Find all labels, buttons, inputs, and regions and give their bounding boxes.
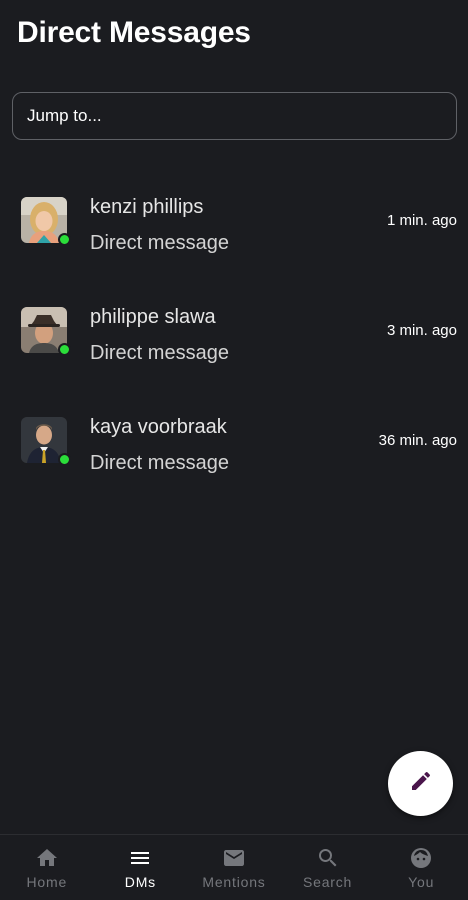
mail-icon: [221, 845, 247, 871]
tab-label-search: Search: [302, 874, 353, 890]
tab-label-mentions: Mentions: [202, 874, 266, 890]
dm-list-item[interactable]: kenzi phillips Direct message 1 min. ago: [0, 186, 468, 296]
dm-screen: Direct Messages kenzi phil: [0, 0, 468, 900]
online-status-dot: [58, 453, 71, 466]
face-icon: [408, 845, 434, 871]
dm-list-item[interactable]: philippe slawa Direct message 3 min. ago: [0, 296, 468, 406]
tab-you[interactable]: You: [374, 835, 468, 900]
tab-label-dms: DMs: [124, 874, 156, 890]
tab-home[interactable]: Home: [0, 835, 94, 900]
dm-contact-name: philippe slawa: [90, 306, 216, 328]
tab-search[interactable]: Search: [281, 835, 375, 900]
menu-icon: [127, 845, 153, 871]
dm-subtitle: Direct message: [90, 342, 229, 364]
dm-subtitle: Direct message: [90, 232, 229, 254]
home-icon: [34, 845, 60, 871]
dm-timestamp: 36 min. ago: [378, 432, 457, 449]
dm-contact-name: kaya voorbraak: [90, 416, 227, 438]
jump-to-search-box[interactable]: [12, 92, 457, 140]
pencil-icon: [409, 769, 433, 798]
dm-timestamp: 3 min. ago: [386, 322, 457, 339]
jump-to-input[interactable]: [27, 106, 456, 126]
tab-mentions[interactable]: Mentions: [187, 835, 281, 900]
tab-label-you: You: [408, 874, 435, 890]
compose-message-button[interactable]: [388, 751, 453, 816]
search-icon: [315, 845, 341, 871]
dm-list-item[interactable]: kaya voorbraak Direct message 36 min. ag…: [0, 406, 468, 516]
online-status-dot: [58, 233, 71, 246]
dm-subtitle: Direct message: [90, 452, 229, 474]
dm-contact-name: kenzi phillips: [90, 196, 204, 218]
page-title: Direct Messages: [17, 16, 251, 49]
tab-dms[interactable]: DMs: [94, 835, 188, 900]
tab-label-home: Home: [26, 874, 68, 890]
dm-timestamp: 1 min. ago: [386, 212, 457, 229]
avatar-wrap: [21, 307, 71, 356]
avatar-wrap: [21, 417, 71, 466]
online-status-dot: [58, 343, 71, 356]
dm-list: kenzi phillips Direct message 1 min. ago: [0, 186, 468, 516]
bottom-tab-bar: Home DMs Mentions Search You: [0, 834, 468, 900]
avatar-wrap: [21, 197, 71, 246]
